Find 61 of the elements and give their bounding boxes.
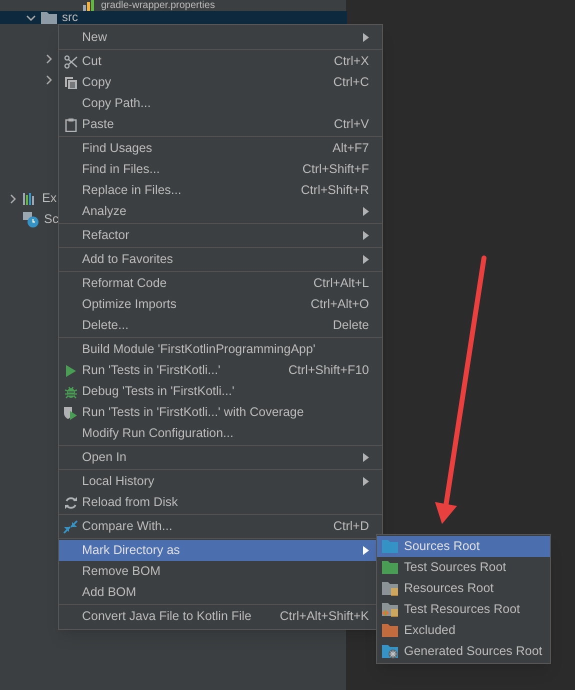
menu-item[interactable]: Analyze — [59, 201, 382, 222]
menu-item[interactable]: Find Usages Alt+F7 — [59, 138, 382, 159]
tree-item-label[interactable]: src — [62, 11, 78, 24]
menu-item[interactable]: Refactor — [59, 225, 382, 246]
menu-item[interactable]: Run 'Tests in 'FirstKotli...' Ctrl+Shift+F10 — [59, 360, 382, 381]
menu-item[interactable]: Debug 'Tests in 'FirstKotli...' — [59, 381, 382, 402]
menu-item[interactable]: Run 'Tests in 'FirstKotli...' with Coverage — [59, 402, 382, 423]
reload-icon — [64, 496, 78, 510]
menu-item[interactable]: Replace in Files... Ctrl+Shift+R — [59, 180, 382, 201]
submenu-item[interactable]: Test Resources Root — [377, 599, 550, 620]
menu-item[interactable]: Compare With... Ctrl+D — [59, 516, 382, 537]
submenu-item[interactable]: Excluded — [377, 620, 550, 641]
shortcut-text: Ctrl+V — [334, 116, 369, 134]
compare-arrows-icon — [63, 520, 78, 534]
shortcut-text: Ctrl+C — [333, 74, 369, 92]
submenu-item[interactable]: Resources Root — [377, 578, 550, 599]
menu-item[interactable]: Add to Favorites — [59, 249, 382, 270]
chevron-right-icon[interactable] — [44, 54, 54, 64]
menu-item[interactable]: Build Module 'FirstKotlinProgrammingApp' — [59, 339, 382, 360]
folder-icon — [41, 11, 57, 24]
menu-item[interactable]: Local History — [59, 471, 382, 492]
menu-item[interactable]: Paste Ctrl+V — [59, 114, 382, 135]
menu-item[interactable]: New — [59, 27, 382, 48]
shortcut-text: Delete — [332, 317, 369, 334]
menu-item[interactable]: Find in Files... Ctrl+Shift+F — [59, 159, 382, 180]
submenu-item[interactable]: Generated Sources Root — [377, 641, 550, 662]
clipboard-icon — [64, 118, 76, 132]
menu-item[interactable]: Optimize Imports Ctrl+Alt+O — [59, 294, 382, 315]
menu-item[interactable]: Reformat Code Ctrl+Alt+L — [59, 273, 382, 294]
libraries-icon — [23, 192, 37, 205]
chevron-down-icon[interactable] — [26, 12, 36, 22]
tree-item-label[interactable]: gradle-wrapper.properties — [101, 0, 215, 11]
tree-row-selected[interactable]: src — [0, 11, 347, 24]
menu-item[interactable]: Cut Ctrl+X — [59, 51, 382, 72]
tree-item-label[interactable]: Sc — [44, 210, 59, 229]
shortcut-text: Ctrl+D — [333, 518, 369, 536]
shortcut-text: Ctrl+Alt+O — [310, 296, 369, 314]
shortcut-text: Ctrl+Shift+F10 — [288, 362, 369, 380]
shortcut-text: Alt+F7 — [332, 140, 369, 158]
properties-file-icon — [82, 0, 96, 12]
menu-item[interactable]: Copy Ctrl+C — [59, 72, 382, 93]
shortcut-text: Ctrl+Alt+Shift+K — [280, 608, 369, 626]
shortcut-text: Ctrl+Shift+R — [300, 182, 369, 200]
menu-item[interactable]: Open In — [59, 447, 382, 468]
menu-item[interactable]: Reload from Disk — [59, 492, 382, 513]
shortcut-text: Ctrl+Shift+F — [302, 161, 369, 178]
bug-icon — [64, 384, 78, 398]
shortcut-text: Ctrl+X — [334, 53, 369, 70]
copy-icon — [64, 76, 78, 90]
tree-item-label[interactable]: Ex — [42, 189, 57, 208]
scratches-icon — [23, 212, 39, 228]
chevron-right-icon[interactable] — [8, 194, 18, 204]
menu-item[interactable]: Modify Run Configuration... — [59, 423, 382, 444]
run-icon — [64, 364, 76, 378]
menu-item[interactable]: Delete... Delete — [59, 315, 382, 336]
submenu-item[interactable]: Sources Root — [377, 536, 550, 557]
menu-item[interactable]: Copy Path... — [59, 93, 382, 114]
scissors-icon — [64, 54, 78, 68]
chevron-right-icon[interactable] — [44, 74, 54, 84]
shield-run-icon — [63, 406, 78, 420]
shortcut-text: Ctrl+Alt+L — [313, 275, 369, 292]
